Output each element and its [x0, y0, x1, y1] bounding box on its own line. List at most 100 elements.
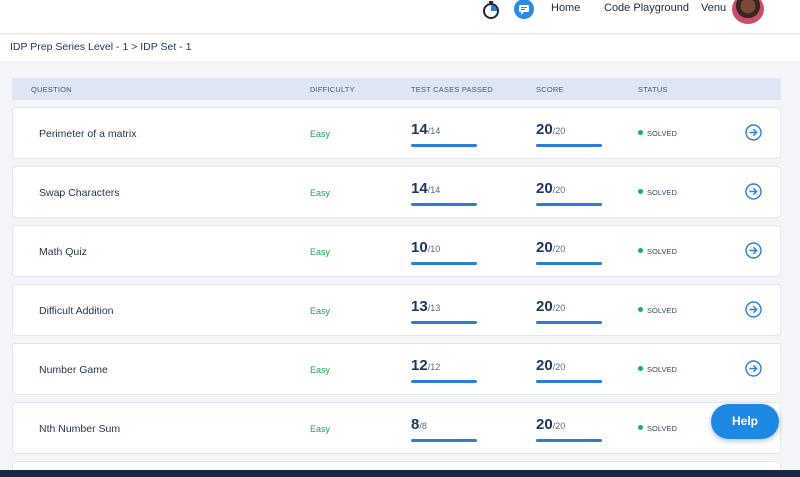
tests-total: /12 [427, 362, 441, 372]
arrow-right-circle-icon[interactable] [745, 183, 762, 200]
tests-progress-fill [411, 203, 477, 206]
status-badge: SOLVED [638, 129, 677, 138]
difficulty-label: Easy [310, 365, 331, 375]
difficulty-label: Easy [310, 247, 331, 257]
score-value: 20 [536, 239, 553, 256]
tests-progress-bar [411, 321, 477, 324]
question-title[interactable]: Math Quiz [39, 246, 87, 258]
score-progress-fill [536, 203, 602, 206]
top-nav-bar: Home Code Playground Venu [0, 0, 800, 34]
tests-progress-bar [411, 203, 477, 206]
tests-total: /8 [419, 421, 427, 431]
question-row[interactable]: Number Game Easy 12/12 20/20 SOLVED [12, 343, 781, 395]
difficulty-label: Easy [310, 306, 331, 316]
tests-passed-count: 12 [411, 357, 428, 374]
score: 20/20 [536, 298, 602, 326]
tests-total: /14 [427, 185, 441, 195]
score-progress-fill [536, 321, 602, 324]
tests-progress-bar [411, 144, 477, 147]
stopwatch-icon[interactable] [482, 1, 500, 19]
score-progress-fill [536, 439, 602, 442]
status-dot [638, 366, 643, 371]
status-dot [638, 307, 643, 312]
score-value: 20 [536, 180, 553, 197]
tests-passed: 14/14 [411, 180, 477, 208]
difficulty-label: Easy [310, 188, 331, 198]
difficulty-label: Easy [310, 129, 331, 139]
status-badge: SOLVED [638, 188, 677, 197]
question-list: Perimeter of a matrix Easy 14/14 20/20 S… [12, 107, 781, 461]
tests-progress-fill [411, 144, 477, 147]
score-progress-bar [536, 439, 602, 442]
score-value: 20 [536, 298, 553, 315]
header-question: QUESTION [31, 85, 72, 94]
score: 20/20 [536, 416, 602, 444]
status-dot [638, 425, 643, 430]
tests-passed-count: 13 [411, 298, 428, 315]
header-status: STATUS [638, 85, 668, 94]
score-value: 20 [536, 357, 553, 374]
score-progress-fill [536, 262, 602, 265]
question-row[interactable]: Difficult Addition Easy 13/13 20/20 SOLV… [12, 284, 781, 336]
score-value: 20 [536, 121, 553, 138]
tests-progress-bar [411, 380, 477, 383]
score-progress-bar [536, 262, 602, 265]
user-avatar[interactable] [732, 0, 764, 24]
taskbar-strip [0, 470, 800, 477]
tests-progress-fill [411, 321, 477, 324]
score-total: /20 [552, 126, 566, 136]
status-dot [638, 248, 643, 253]
question-row[interactable]: Math Quiz Easy 10/10 20/20 SOLVED [12, 225, 781, 277]
score-progress-bar [536, 144, 602, 147]
question-row[interactable]: Nth Number Sum Easy 8/8 20/20 SOLVED [12, 402, 781, 454]
tests-passed: 13/13 [411, 298, 477, 326]
header-difficulty: DIFFICULTY [310, 85, 355, 94]
difficulty-label: Easy [310, 424, 331, 434]
score-value: 20 [536, 416, 553, 433]
arrow-right-circle-icon[interactable] [745, 242, 762, 259]
score: 20/20 [536, 357, 602, 385]
score-progress-bar [536, 321, 602, 324]
score-total: /20 [552, 362, 566, 372]
question-title[interactable]: Swap Characters [39, 187, 120, 199]
score: 20/20 [536, 121, 602, 149]
tests-total: /13 [427, 303, 441, 313]
status-badge: SOLVED [638, 306, 677, 315]
help-button[interactable]: Help [711, 404, 779, 439]
score: 20/20 [536, 180, 602, 208]
tests-total: /10 [427, 244, 441, 254]
score-progress-fill [536, 144, 602, 147]
question-row[interactable]: Swap Characters Easy 14/14 20/20 SOLVED [12, 166, 781, 218]
question-row[interactable]: Perimeter of a matrix Easy 14/14 20/20 S… [12, 107, 781, 159]
question-title[interactable]: Perimeter of a matrix [39, 128, 136, 140]
tests-passed: 12/12 [411, 357, 477, 385]
question-title[interactable]: Difficult Addition [39, 305, 114, 317]
status-badge: SOLVED [638, 365, 677, 374]
status-badge: SOLVED [638, 247, 677, 256]
header-test-cases-passed: TEST CASES PASSED [411, 85, 493, 94]
user-name[interactable]: Venu [701, 2, 726, 14]
question-title[interactable]: Nth Number Sum [39, 423, 120, 435]
nav-home-link[interactable]: Home [551, 2, 580, 14]
arrow-right-circle-icon[interactable] [745, 124, 762, 141]
nav-code-playground-link[interactable]: Code Playground [604, 2, 689, 14]
arrow-right-circle-icon[interactable] [745, 360, 762, 377]
tests-passed-count: 10 [411, 239, 428, 256]
status-text: SOLVED [647, 188, 677, 197]
tests-progress-bar [411, 262, 477, 265]
score-total: /20 [552, 421, 566, 431]
arrow-right-circle-icon[interactable] [745, 301, 762, 318]
status-dot [638, 130, 643, 135]
question-title[interactable]: Number Game [39, 364, 108, 376]
table-header: QUESTION DIFFICULTY TEST CASES PASSED SC… [12, 78, 781, 100]
score-progress-bar [536, 380, 602, 383]
score-total: /20 [552, 244, 566, 254]
status-text: SOLVED [647, 306, 677, 315]
chat-icon[interactable] [513, 0, 535, 20]
tests-progress-fill [411, 262, 477, 265]
score: 20/20 [536, 239, 602, 267]
status-text: SOLVED [647, 365, 677, 374]
score-total: /20 [552, 303, 566, 313]
status-text: SOLVED [647, 129, 677, 138]
breadcrumb[interactable]: IDP Prep Series Level - 1 > IDP Set - 1 [10, 41, 191, 53]
